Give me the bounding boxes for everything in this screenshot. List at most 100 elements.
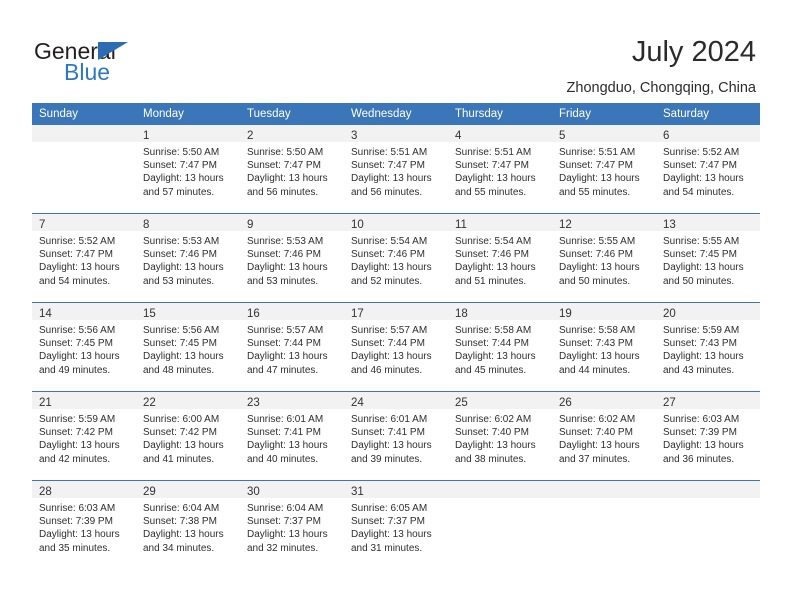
calendar-day-cell[interactable]: 9 Sunrise: 5:53 AM Sunset: 7:46 PM Daylight… — [240, 213, 344, 303]
day-cell-content: 13 Sunrise: 5:55 AM Sunset: 7:45 PM Dayligh… — [656, 214, 760, 302]
day-number: 10 — [351, 219, 364, 231]
calendar-day-cell[interactable]: 23 Sunrise: 6:01 AM Sunset: 7:41 PM Dayligh… — [240, 391, 344, 481]
sunrise-time: Sunrise: 5:58 AM — [559, 325, 636, 336]
calendar-day-cell[interactable]: 3 Sunrise: 5:51 AM Sunset: 7:47 PM Daylight… — [344, 125, 448, 214]
calendar-day-cell[interactable]: 28 Sunrise: 6:03 AM Sunset: 7:39 PM Dayligh… — [32, 480, 136, 569]
daylight-duration-line1: Daylight: 13 hours — [39, 440, 120, 452]
day-sun-info: Sunrise: 5:52 AM Sunset: 7:47 PM Daylight:… — [656, 142, 760, 199]
day-cell-content: 19 Sunrise: 5:58 AM Sunset: 7:43 PM Dayligh… — [552, 303, 656, 391]
calendar-day-cell[interactable]: 22 Sunrise: 6:00 AM Sunset: 7:42 PM Dayligh… — [136, 391, 240, 481]
day-number-bar: 2 — [240, 125, 344, 142]
sunrise-time: Sunrise: 6:04 AM — [247, 503, 324, 514]
calendar-day-cell[interactable]: 7 Sunrise: 5:52 AM Sunset: 7:47 PM Daylight… — [32, 213, 136, 303]
day-number: 18 — [455, 308, 468, 320]
calendar-day-cell[interactable]: 26 Sunrise: 6:02 AM Sunset: 7:40 PM Dayligh… — [552, 391, 656, 481]
calendar-day-cell[interactable] — [656, 480, 760, 569]
calendar-day-cell[interactable]: 12 Sunrise: 5:55 AM Sunset: 7:46 PM Dayligh… — [552, 213, 656, 303]
sunset-time: Sunset: 7:43 PM — [663, 338, 737, 350]
calendar-week-row: 14 Sunrise: 5:56 AM Sunset: 7:45 PM Dayligh… — [32, 302, 760, 392]
daylight-duration-line2: and 55 minutes. — [455, 186, 527, 198]
day-cell-content — [656, 481, 760, 569]
day-cell-content: 21 Sunrise: 5:59 AM Sunset: 7:42 PM Dayligh… — [32, 392, 136, 480]
sunrise-time: Sunrise: 6:05 AM — [351, 503, 428, 514]
day-number-bar: 21 — [32, 392, 136, 409]
calendar-day-cell[interactable]: 29 Sunrise: 6:04 AM Sunset: 7:38 PM Dayligh… — [136, 480, 240, 569]
calendar-day-cell[interactable]: 27 Sunrise: 6:03 AM Sunset: 7:39 PM Dayligh… — [656, 391, 760, 481]
general-blue-logo[interactable]: General Blue — [34, 38, 204, 86]
day-number-bar: 12 — [552, 214, 656, 231]
day-number: 22 — [143, 397, 156, 409]
sunset-time: Sunset: 7:42 PM — [39, 427, 113, 439]
day-number: 24 — [351, 397, 364, 409]
day-cell-content: 10 Sunrise: 5:54 AM Sunset: 7:46 PM Dayligh… — [344, 214, 448, 302]
sunrise-time: Sunrise: 5:53 AM — [247, 236, 324, 247]
day-number-bar: 7 — [32, 214, 136, 231]
daylight-duration-line1: Daylight: 13 hours — [559, 262, 640, 274]
calendar-day-cell[interactable]: 20 Sunrise: 5:59 AM Sunset: 7:43 PM Dayligh… — [656, 302, 760, 392]
daylight-duration-line2: and 51 minutes. — [455, 275, 527, 287]
daylight-duration-line2: and 34 minutes. — [143, 542, 215, 554]
day-sun-info: Sunrise: 5:57 AM Sunset: 7:44 PM Daylight:… — [240, 320, 344, 377]
day-cell-content: 16 Sunrise: 5:57 AM Sunset: 7:44 PM Dayligh… — [240, 303, 344, 391]
sunrise-time: Sunrise: 5:59 AM — [39, 414, 116, 425]
calendar-day-cell[interactable]: 2 Sunrise: 5:50 AM Sunset: 7:47 PM Daylight… — [240, 125, 344, 214]
calendar-day-cell[interactable]: 16 Sunrise: 5:57 AM Sunset: 7:44 PM Dayligh… — [240, 302, 344, 392]
day-number-bar: 16 — [240, 303, 344, 320]
calendar-day-cell[interactable]: 18 Sunrise: 5:58 AM Sunset: 7:44 PM Dayligh… — [448, 302, 552, 392]
sunrise-time: Sunrise: 5:51 AM — [559, 147, 636, 158]
day-number: 11 — [455, 219, 467, 231]
day-sun-info: Sunrise: 5:55 AM Sunset: 7:45 PM Daylight:… — [656, 231, 760, 288]
day-cell-content: 18 Sunrise: 5:58 AM Sunset: 7:44 PM Dayligh… — [448, 303, 552, 391]
calendar-day-cell[interactable]: 19 Sunrise: 5:58 AM Sunset: 7:43 PM Dayligh… — [552, 302, 656, 392]
day-number: 15 — [143, 308, 156, 320]
daylight-duration-line2: and 40 minutes. — [247, 453, 319, 465]
day-number: 27 — [663, 397, 676, 409]
calendar-day-cell[interactable]: 4 Sunrise: 5:51 AM Sunset: 7:47 PM Daylight… — [448, 125, 552, 214]
day-number: 28 — [39, 486, 52, 498]
sunset-time: Sunset: 7:37 PM — [247, 516, 321, 528]
daylight-duration-line1: Daylight: 13 hours — [143, 173, 224, 185]
calendar-day-cell[interactable]: 17 Sunrise: 5:57 AM Sunset: 7:44 PM Dayligh… — [344, 302, 448, 392]
sunset-time: Sunset: 7:47 PM — [663, 160, 737, 172]
calendar-day-cell[interactable] — [448, 480, 552, 569]
day-number: 9 — [247, 219, 254, 231]
day-number-bar: 4 — [448, 125, 552, 142]
calendar-day-cell[interactable]: 14 Sunrise: 5:56 AM Sunset: 7:45 PM Dayligh… — [32, 302, 136, 392]
day-cell-content: 30 Sunrise: 6:04 AM Sunset: 7:37 PM Dayligh… — [240, 481, 344, 569]
sunrise-time: Sunrise: 5:59 AM — [663, 325, 740, 336]
page-subtitle-location: Zhongduo, Chongqing, China — [566, 80, 756, 96]
day-sun-info: Sunrise: 6:04 AM Sunset: 7:37 PM Daylight:… — [240, 498, 344, 555]
calendar-day-cell[interactable]: 24 Sunrise: 6:01 AM Sunset: 7:41 PM Dayligh… — [344, 391, 448, 481]
calendar-day-cell[interactable]: 25 Sunrise: 6:02 AM Sunset: 7:40 PM Dayligh… — [448, 391, 552, 481]
sunset-time: Sunset: 7:47 PM — [351, 160, 425, 172]
sunrise-time: Sunrise: 5:50 AM — [247, 147, 324, 158]
day-cell-content: 14 Sunrise: 5:56 AM Sunset: 7:45 PM Dayligh… — [32, 303, 136, 391]
calendar-day-cell[interactable]: 31 Sunrise: 6:05 AM Sunset: 7:37 PM Dayligh… — [344, 480, 448, 569]
day-sun-info: Sunrise: 5:57 AM Sunset: 7:44 PM Daylight:… — [344, 320, 448, 377]
calendar-day-cell[interactable]: 21 Sunrise: 5:59 AM Sunset: 7:42 PM Dayligh… — [32, 391, 136, 481]
calendar-day-cell[interactable]: 11 Sunrise: 5:54 AM Sunset: 7:46 PM Dayligh… — [448, 213, 552, 303]
sunrise-time: Sunrise: 6:01 AM — [351, 414, 428, 425]
day-number-bar: 24 — [344, 392, 448, 409]
calendar-day-cell[interactable]: 5 Sunrise: 5:51 AM Sunset: 7:47 PM Daylight… — [552, 125, 656, 214]
day-number: 30 — [247, 486, 260, 498]
calendar-day-cell[interactable]: 15 Sunrise: 5:56 AM Sunset: 7:45 PM Dayligh… — [136, 302, 240, 392]
daylight-duration-line1: Daylight: 13 hours — [559, 351, 640, 363]
daylight-duration-line2: and 32 minutes. — [247, 542, 319, 554]
sunrise-time: Sunrise: 5:56 AM — [39, 325, 116, 336]
daylight-duration-line2: and 50 minutes. — [663, 275, 735, 287]
day-sun-info: Sunrise: 5:50 AM Sunset: 7:47 PM Daylight:… — [136, 142, 240, 199]
sunrise-time: Sunrise: 5:51 AM — [351, 147, 428, 158]
calendar-day-cell[interactable]: 8 Sunrise: 5:53 AM Sunset: 7:46 PM Daylight… — [136, 213, 240, 303]
calendar-day-cell[interactable]: 13 Sunrise: 5:55 AM Sunset: 7:45 PM Dayligh… — [656, 213, 760, 303]
calendar-day-cell[interactable] — [32, 125, 136, 214]
calendar-day-cell[interactable]: 6 Sunrise: 5:52 AM Sunset: 7:47 PM Daylight… — [656, 125, 760, 214]
calendar-day-cell[interactable]: 30 Sunrise: 6:04 AM Sunset: 7:37 PM Dayligh… — [240, 480, 344, 569]
calendar-day-cell[interactable]: 10 Sunrise: 5:54 AM Sunset: 7:46 PM Dayligh… — [344, 213, 448, 303]
daylight-duration-line2: and 39 minutes. — [351, 453, 423, 465]
calendar-day-cell[interactable] — [552, 480, 656, 569]
day-number-bar: 9 — [240, 214, 344, 231]
day-number-bar: 3 — [344, 125, 448, 142]
day-cell-content: 17 Sunrise: 5:57 AM Sunset: 7:44 PM Dayligh… — [344, 303, 448, 391]
calendar-day-cell[interactable]: 1 Sunrise: 5:50 AM Sunset: 7:47 PM Daylight… — [136, 125, 240, 214]
